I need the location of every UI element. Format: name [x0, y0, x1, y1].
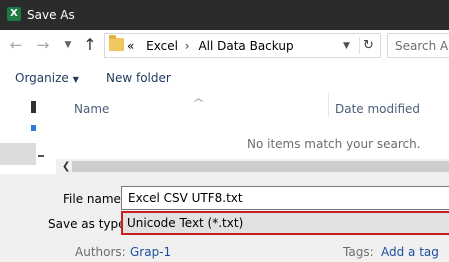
command-toolbar: Organize ▼ New folder [0, 63, 449, 93]
address-dropdown-chevron-icon[interactable]: ▼ [343, 38, 350, 54]
excel-app-icon: X [7, 7, 21, 21]
scroll-thumb[interactable] [72, 161, 449, 172]
address-divider [359, 37, 360, 54]
app-icon-letter: X [10, 8, 18, 19]
save-as-type-dropdown[interactable]: Unicode Text (*.txt) [121, 211, 449, 235]
save-as-type-value: Unicode Text (*.txt) [127, 216, 244, 230]
search-input[interactable]: Search All [387, 33, 449, 58]
file-name-field[interactable]: Excel CSV UTF8.txt [121, 186, 449, 210]
navpane-scroll-grip[interactable] [38, 155, 44, 157]
organize-button[interactable]: Organize ▼ [15, 70, 79, 88]
breadcrumb-item-excel[interactable]: Excel [146, 39, 178, 53]
window-title: Save As [27, 8, 75, 22]
breadcrumb-separator-icon: › [184, 39, 190, 53]
new-folder-button[interactable]: New folder [106, 70, 171, 86]
breadcrumb-overflow[interactable]: « [127, 39, 134, 53]
save-options-panel: File name: Excel CSV UTF8.txt Save as ty… [0, 174, 449, 262]
navpane-selected-item[interactable] [0, 143, 36, 165]
up-arrow-icon[interactable]: ↑ [82, 37, 98, 53]
navigation-pane [0, 93, 56, 173]
organize-caret-icon: ▼ [72, 75, 79, 84]
authors-value[interactable]: Grap-1 [130, 244, 171, 260]
back-arrow-icon[interactable]: ← [8, 37, 24, 53]
column-header-name[interactable]: Name [74, 101, 109, 117]
scroll-left-arrow-icon[interactable]: ❮ [62, 159, 70, 174]
save-as-type-label: Save as type: [48, 217, 130, 231]
empty-folder-message: No items match your search. [247, 137, 421, 151]
recent-locations-chevron-icon[interactable]: ▼ [60, 37, 76, 53]
forward-arrow-icon[interactable]: → [35, 37, 51, 53]
refresh-icon[interactable]: ↻ [363, 37, 374, 54]
horizontal-scrollbar[interactable]: ❮ [56, 159, 449, 174]
authors-label: Authors: [75, 245, 126, 259]
folder-icon [109, 35, 124, 51]
add-tag-link[interactable]: Add a tag [381, 244, 439, 260]
file-name-label: File name: [63, 192, 125, 206]
column-header-date-modified[interactable]: Date modified [335, 101, 420, 117]
file-name-value: Excel CSV UTF8.txt [128, 191, 243, 205]
breadcrumb-item-all-data-backup[interactable]: All Data Backup [198, 39, 293, 53]
navpane-scrollbar[interactable] [36, 93, 56, 173]
address-bar[interactable]: « Excel › All Data Backup ▼ ↻ [104, 33, 381, 58]
sort-caret-icon: ︿ [194, 94, 204, 104]
column-divider[interactable] [328, 93, 329, 117]
breadcrumb: « Excel › All Data Backup [127, 38, 294, 54]
organize-label: Organize [15, 71, 69, 85]
search-placeholder: Search All [395, 39, 449, 53]
title-bar: X Save As [0, 0, 449, 30]
tags-label: Tags: [343, 245, 374, 259]
